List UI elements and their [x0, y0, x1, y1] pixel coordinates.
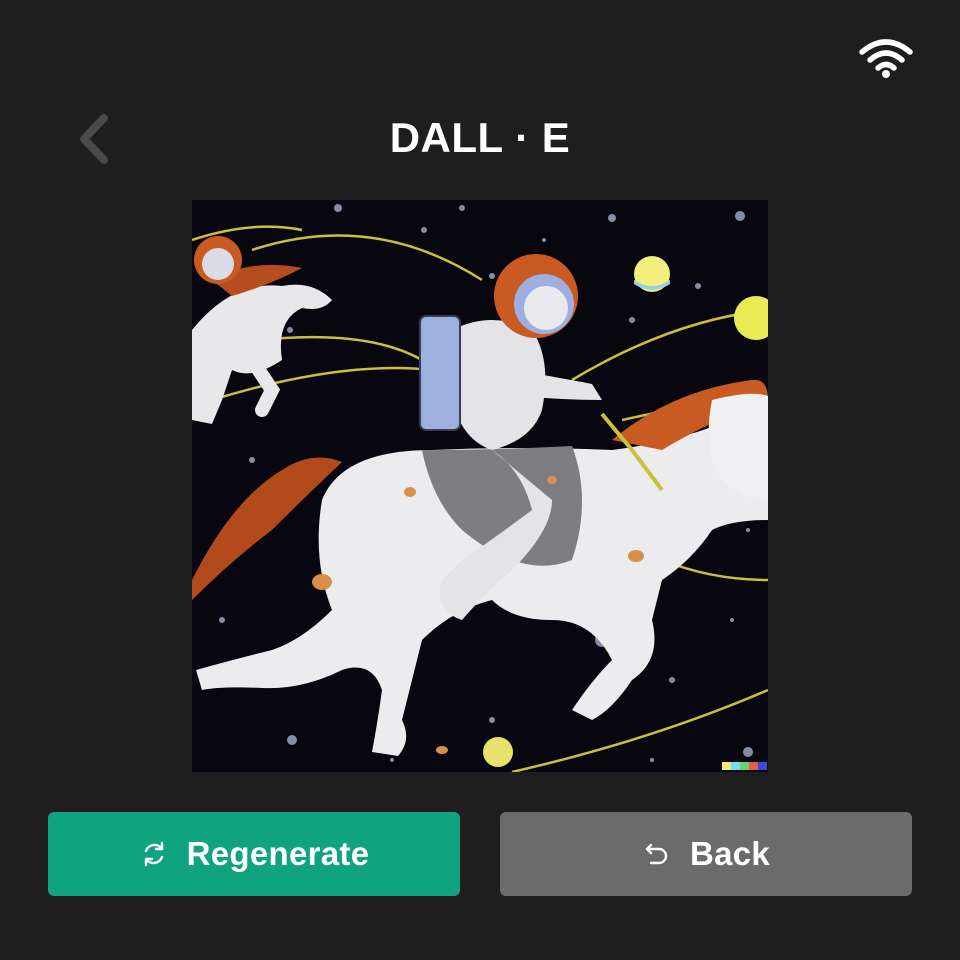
regenerate-button[interactable]: Regenerate	[48, 812, 460, 896]
refresh-icon	[139, 839, 169, 869]
page-title: DALL · E	[389, 114, 571, 161]
regenerate-label: Regenerate	[186, 835, 370, 872]
generated-image	[192, 200, 768, 772]
wifi-icon	[858, 36, 914, 80]
undo-icon	[642, 839, 672, 869]
back-button[interactable]: Back	[500, 812, 912, 896]
back-label: Back	[689, 835, 771, 872]
